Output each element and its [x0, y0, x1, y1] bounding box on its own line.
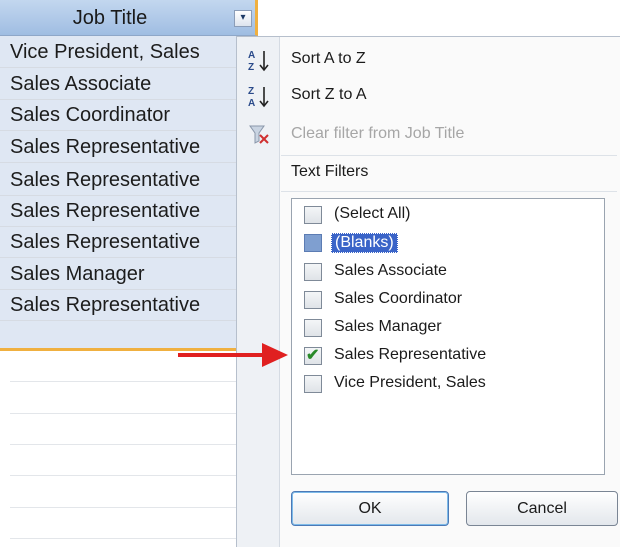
- clear-filter-item[interactable]: Clear filter from Job Title: [237, 118, 619, 152]
- cancel-button[interactable]: Cancel: [466, 491, 618, 526]
- column-header[interactable]: Job Title ▾: [0, 0, 258, 36]
- menu-icon-strip: [237, 37, 280, 547]
- checkbox[interactable]: [304, 206, 322, 224]
- spreadsheet-column: Job Title ▾ Vice President, Sales Sales …: [0, 0, 262, 547]
- list-item-label: Vice President, Sales: [334, 374, 486, 391]
- selected-range: Vice President, Sales Sales Associate Sa…: [0, 36, 258, 351]
- sort-z-to-a-label: Sort Z to A: [291, 86, 367, 103]
- list-item[interactable]: ✔ Sales Representative: [302, 344, 592, 368]
- checkmark-icon: ✔: [306, 347, 320, 364]
- chevron-down-icon: ▾: [240, 12, 246, 23]
- checkbox-checked[interactable]: ✔: [304, 347, 322, 365]
- list-item[interactable]: (Select All): [302, 203, 592, 227]
- list-item[interactable]: (Blanks): [302, 231, 592, 255]
- sort-a-to-z-label: Sort A to Z: [291, 50, 366, 67]
- checkbox[interactable]: [304, 234, 322, 252]
- cell[interactable]: Sales Representative: [10, 165, 240, 196]
- list-item[interactable]: Vice President, Sales: [302, 372, 592, 396]
- cell[interactable]: Sales Associate: [10, 69, 240, 100]
- empty-cells: [0, 351, 236, 547]
- clear-filter-label: Clear filter from Job Title: [291, 125, 465, 142]
- ok-button[interactable]: OK: [291, 491, 449, 526]
- svg-text:Z: Z: [248, 62, 254, 73]
- text-filters-item[interactable]: Text Filters: [237, 156, 619, 190]
- column-header-label: Job Title: [72, 7, 148, 29]
- list-item-label: (Select All): [334, 205, 411, 222]
- list-item-label: Sales Coordinator: [334, 290, 463, 307]
- filter-dropdown-button[interactable]: ▾: [234, 10, 252, 27]
- list-item-label: Sales Associate: [334, 262, 447, 279]
- list-item[interactable]: Sales Manager: [302, 316, 592, 340]
- cell[interactable]: Sales Representative: [10, 196, 240, 227]
- cell[interactable]: Sales Representative: [10, 227, 240, 258]
- annotation-arrow-icon: [178, 343, 288, 367]
- svg-text:A: A: [248, 50, 255, 61]
- checkbox[interactable]: [304, 291, 322, 309]
- list-item-label: Sales Representative: [334, 346, 487, 363]
- svg-text:A: A: [248, 98, 255, 109]
- list-item-label: Sales Manager: [334, 318, 442, 335]
- list-item[interactable]: Sales Associate: [302, 260, 592, 284]
- autofilter-menu: A Z Sort A to Z Z A Sort Z to A Clear fi…: [236, 36, 620, 547]
- checkbox[interactable]: [304, 263, 322, 281]
- sort-descending-icon: Z A: [248, 86, 269, 109]
- svg-text:Z: Z: [248, 86, 254, 97]
- sort-a-to-z-item[interactable]: A Z Sort A to Z: [237, 43, 619, 77]
- sort-z-to-a-item[interactable]: Z A Sort Z to A: [237, 79, 619, 113]
- clear-filter-icon: [249, 125, 269, 144]
- list-item-label: (Blanks): [331, 233, 398, 253]
- list-item[interactable]: Sales Coordinator: [302, 288, 592, 312]
- cell[interactable]: Sales Representative: [10, 290, 240, 321]
- checkbox[interactable]: [304, 319, 322, 337]
- cell[interactable]: Sales Coordinator: [10, 100, 240, 131]
- cell[interactable]: Sales Manager: [10, 259, 240, 290]
- cell[interactable]: Sales Representative: [10, 132, 240, 163]
- text-filters-label: Text Filters: [291, 163, 369, 180]
- filter-values-list[interactable]: (Select All) (Blanks) Sales Associate Sa…: [291, 198, 605, 475]
- checkbox[interactable]: [304, 375, 322, 393]
- sort-ascending-icon: A Z: [248, 50, 269, 73]
- cell[interactable]: Vice President, Sales: [10, 37, 240, 68]
